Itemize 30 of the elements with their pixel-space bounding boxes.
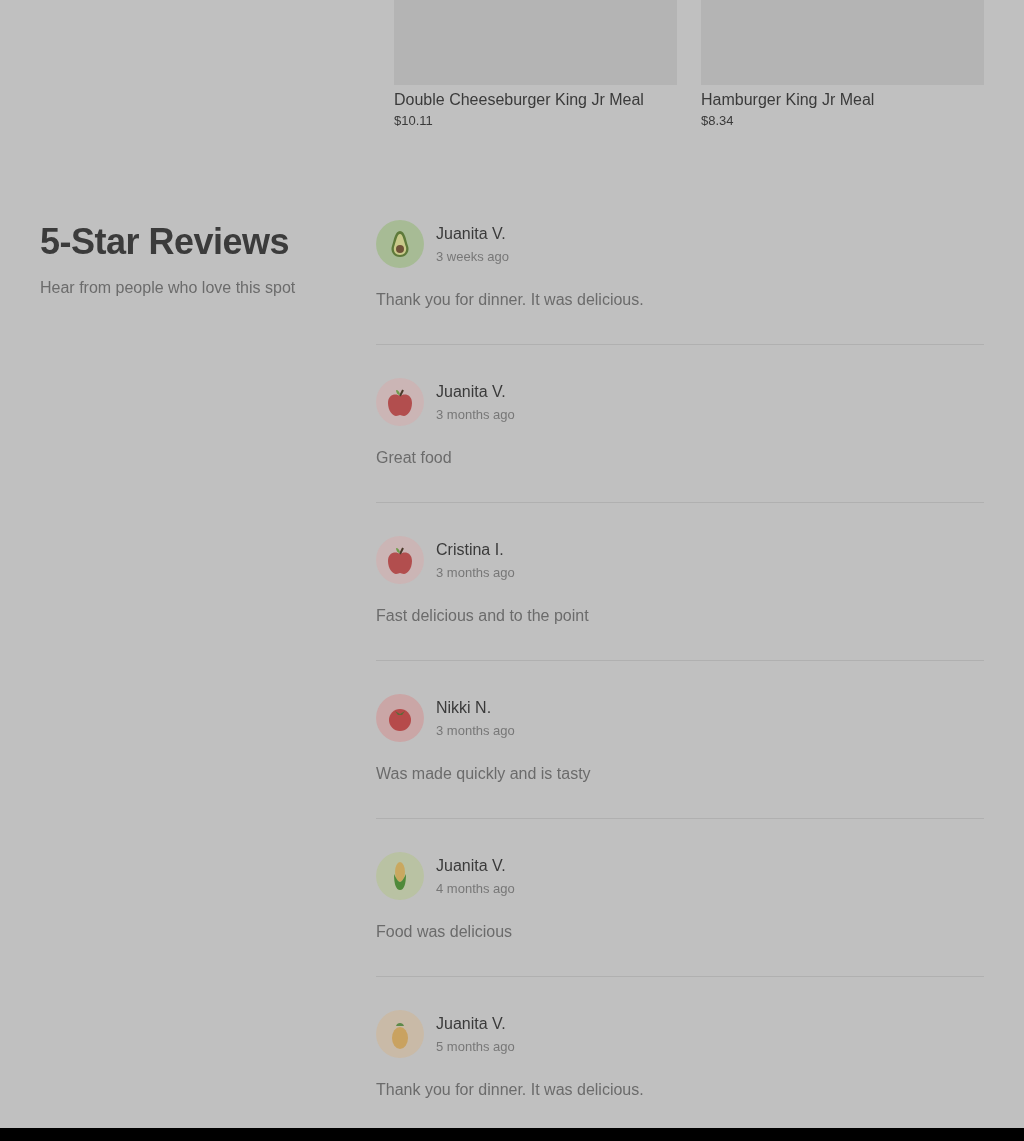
- reviewer-name: Juanita V.: [436, 223, 507, 244]
- review-date: 3 weeks ago: [436, 248, 509, 265]
- avocado-avatar-icon: [376, 220, 424, 268]
- review-text: Food was delicious: [376, 922, 514, 942]
- review-text: Great food: [376, 448, 453, 468]
- pineapple-avatar-icon: [376, 1010, 424, 1058]
- reviewer-name: Juanita V.: [436, 855, 507, 876]
- apple-avatar-icon: [376, 536, 424, 584]
- reviewer-name: Nikki N.: [436, 697, 493, 718]
- review-text: Thank you for dinner. It was delicious.: [376, 1080, 645, 1100]
- review-text: Was made quickly and is tasty: [376, 764, 592, 784]
- item-name: Double Cheeseburger King Jr Meal: [394, 90, 645, 110]
- review-text: Fast delicious and to the point: [376, 606, 590, 626]
- review-date: 5 months ago: [436, 1038, 515, 1055]
- section-title: 5-Star Reviews: [40, 224, 291, 260]
- reviewer-name: Juanita V.: [436, 1013, 507, 1034]
- item-price: $8.34: [701, 113, 735, 129]
- apple-avatar-icon: [376, 378, 424, 426]
- item-price: $10.11: [394, 113, 434, 129]
- review-text: Thank you for dinner. It was delicious.: [376, 290, 645, 310]
- corn-avatar-icon: [376, 852, 424, 900]
- item-name: Hamburger King Jr Meal: [701, 90, 876, 110]
- reviewer-name: Juanita V.: [436, 381, 507, 402]
- review-date: 3 months ago: [436, 564, 515, 581]
- review-date: 3 months ago: [436, 722, 515, 739]
- review-date: 4 months ago: [436, 880, 515, 897]
- tomato-avatar-icon: [376, 694, 424, 742]
- reviewer-name: Cristina I.: [436, 539, 505, 560]
- section-subtitle: Hear from people who love this spot: [40, 278, 297, 298]
- review-date: 3 months ago: [436, 406, 515, 423]
